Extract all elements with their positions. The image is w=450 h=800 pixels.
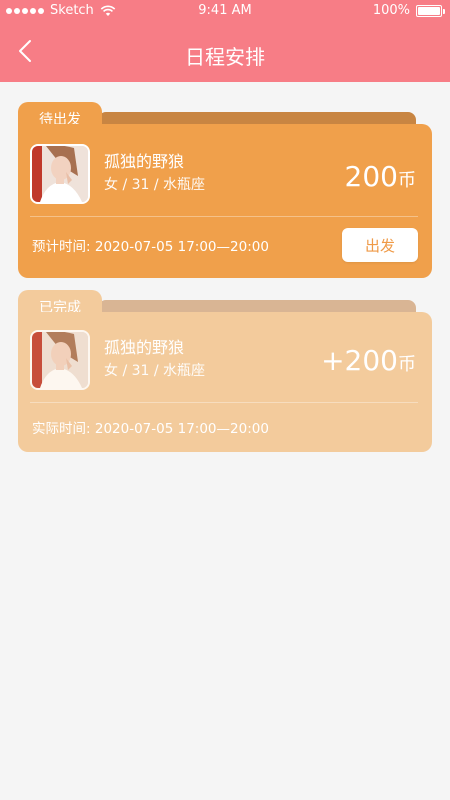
schedule-card-completed[interactable]: 已完成 孤独的野狼 女 / 31 / 水瓶座 +200币 实际时间: 2020-… [18, 290, 432, 452]
schedule-card-pending[interactable]: 待出发 孤独的野狼 女 / 31 / 水瓶座 200币 预计时间: 2020-0… [18, 102, 432, 278]
user-meta: 女 / 31 / 水瓶座 [104, 363, 206, 379]
coin-amount: 200币 [345, 160, 416, 193]
depart-button[interactable]: 出发 [342, 228, 418, 262]
time-row: 预计时间: 2020-07-05 17:00—20:00 [32, 235, 269, 255]
battery-icon [416, 4, 445, 17]
divider [30, 402, 418, 403]
time-label: 预计时间: [32, 239, 91, 255]
coin-amount: +200币 [321, 344, 416, 377]
time-label: 实际时间: [32, 421, 91, 437]
page-title: 日程安排 [185, 45, 265, 69]
coin-unit: 币 [398, 354, 416, 375]
user-meta: 女 / 31 / 水瓶座 [104, 177, 206, 193]
battery-percent: 100% [372, 3, 410, 18]
time-value: 2020-07-05 17:00—20:00 [94, 239, 269, 255]
nav-bar: 日程安排 [0, 22, 450, 82]
user-name: 孤独的野狼 [104, 338, 185, 357]
card-body: 孤独的野狼 女 / 31 / 水瓶座 200币 预计时间: 2020-07-05… [18, 124, 432, 278]
coin-value: +200 [321, 344, 398, 377]
avatar[interactable] [30, 144, 90, 204]
user-name: 孤独的野狼 [104, 152, 185, 171]
time-value: 2020-07-05 17:00—20:00 [94, 421, 269, 437]
avatar[interactable] [30, 330, 90, 390]
divider [30, 216, 418, 217]
status-bar: Sketch 9:41 AM 100% [0, 0, 450, 22]
card-body: 孤独的野狼 女 / 31 / 水瓶座 +200币 实际时间: 2020-07-0… [18, 312, 432, 452]
header-bar: Sketch 9:41 AM 100% 日程安排 [0, 0, 450, 82]
coin-value: 200 [344, 160, 398, 193]
time-row: 实际时间: 2020-07-05 17:00—20:00 [32, 417, 269, 437]
coin-unit: 币 [398, 170, 416, 191]
